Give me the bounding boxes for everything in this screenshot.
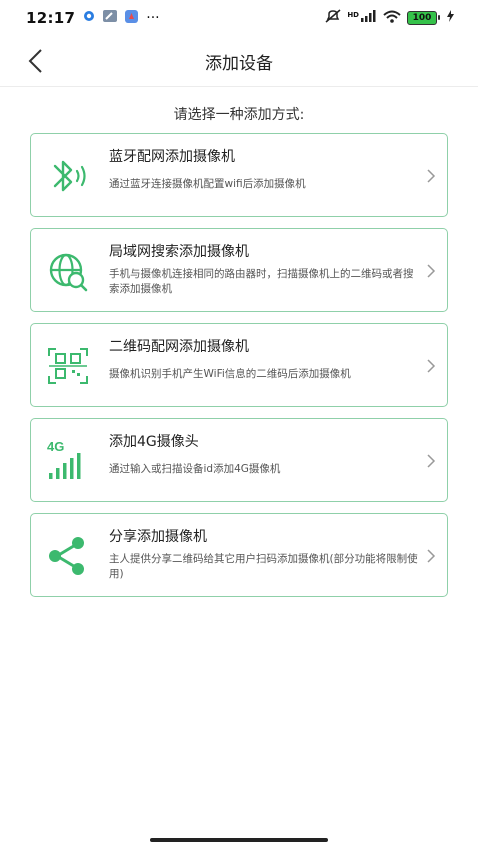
chevron-right-icon [427, 549, 436, 563]
charging-icon [447, 10, 454, 26]
method-prompt: 请选择一种添加方式: [173, 107, 305, 123]
status-time: 12:17 [26, 9, 76, 27]
option-qr-code[interactable]: 二维码配网添加摄像机 摄像机识别手机产生WiFi信息的二维码后添加摄像机 [30, 323, 448, 407]
qr-code-icon [48, 348, 88, 384]
chevron-right-icon [427, 169, 436, 183]
option-title: 添加4G摄像头 [109, 434, 199, 450]
share-icon [49, 537, 84, 575]
nav-bar: 添加设备 [0, 36, 478, 87]
page-title: 添加设备 [205, 53, 273, 74]
option-title: 蓝牙配网添加摄像机 [109, 149, 235, 165]
option-lan-search[interactable]: 局域网搜索添加摄像机 手机与摄像机连接相同的路由器时，扫描摄像机上的二维码或者搜… [30, 228, 448, 312]
add-method-list: 蓝牙配网添加摄像机 通过蓝牙连接摄像机配置wifi后添加摄像机 局域网搜索添加摄… [30, 133, 448, 608]
hd-label: HD [347, 11, 359, 19]
option-description: 通过蓝牙连接摄像机配置wifi后添加摄像机 [109, 178, 306, 190]
chevron-right-icon [427, 359, 436, 373]
chevron-right-icon [427, 264, 436, 278]
wifi-icon [383, 10, 401, 27]
chevron-left-icon [28, 49, 42, 73]
status-bar: 12:17 ··· HD 100 [0, 0, 478, 36]
4g-label: 4G [47, 439, 64, 454]
option-title: 二维码配网添加摄像机 [109, 339, 249, 355]
compass-notification-icon [125, 9, 139, 27]
battery-icon: 100 [407, 11, 440, 25]
option-description: 摄像机识别手机产生WiFi信息的二维码后添加摄像机 [109, 368, 351, 380]
mute-icon [325, 9, 341, 27]
option-description: 手机与摄像机连接相同的路由器时，扫描摄像机上的二维码或者搜索添加摄像机 [109, 268, 414, 295]
4g-signal-icon: 4G [47, 439, 81, 479]
option-title: 局域网搜索添加摄像机 [109, 244, 249, 260]
chevron-right-icon [427, 454, 436, 468]
home-indicator[interactable] [150, 838, 328, 842]
option-description: 通过输入或扫描设备id添加4G摄像机 [109, 463, 281, 475]
back-button[interactable] [20, 46, 50, 76]
bluetooth-icon [53, 160, 86, 192]
more-notifications-icon: ··· [146, 10, 160, 26]
option-bluetooth[interactable]: 蓝牙配网添加摄像机 通过蓝牙连接摄像机配置wifi后添加摄像机 [30, 133, 448, 217]
option-4g[interactable]: 4G 添加4G摄像头 通过输入或扫描设备id添加4G摄像机 [30, 418, 448, 502]
lan-search-icon [49, 253, 88, 292]
option-title: 分享添加摄像机 [109, 529, 207, 545]
tool-notification-icon [103, 10, 118, 26]
option-description: 主人提供分享二维码给其它用户扫码添加摄像机(部分功能将限制使用) [109, 553, 418, 580]
app-notification-icon [83, 10, 95, 26]
cell-signal-icon [361, 10, 377, 26]
option-share[interactable]: 分享添加摄像机 主人提供分享二维码给其它用户扫码添加摄像机(部分功能将限制使用) [30, 513, 448, 597]
